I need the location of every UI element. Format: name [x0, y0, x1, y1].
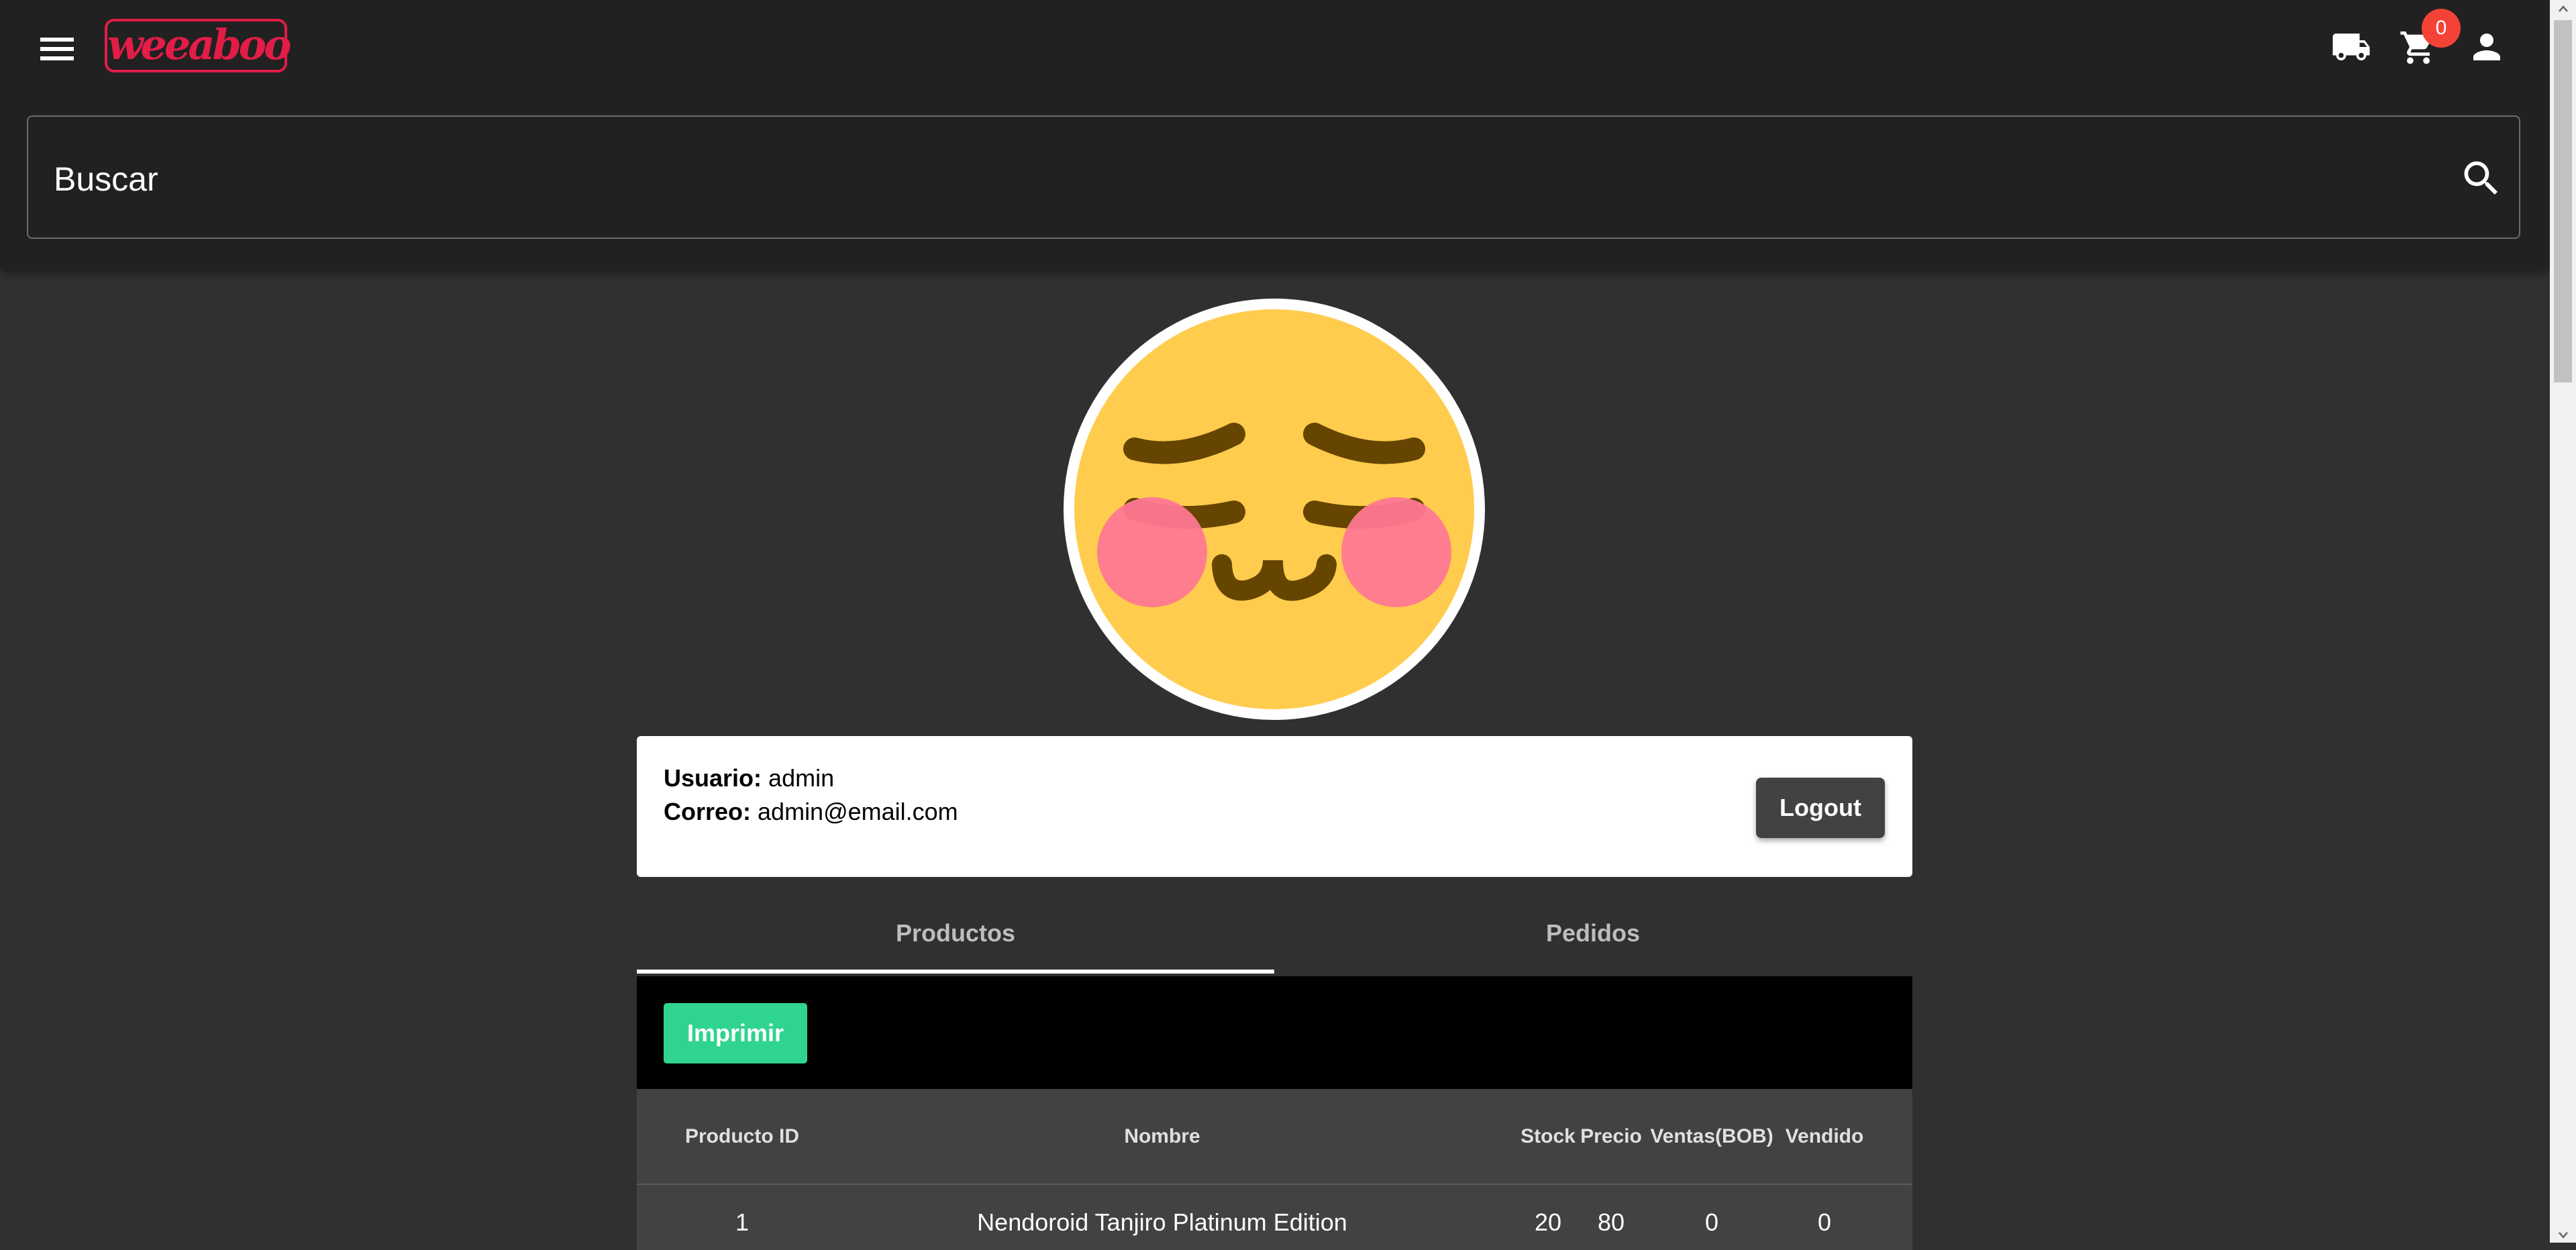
cell-stock: 20 — [1534, 1208, 1562, 1236]
products-table: Producto ID Nombre Stock Precio Ventas(B… — [637, 1089, 1912, 1250]
tab-productos[interactable]: Productos — [637, 892, 1274, 974]
cell-vendido: 0 — [1817, 1208, 1832, 1236]
column-header-ventas[interactable]: Ventas(BOB) — [1650, 1125, 1773, 1148]
top-app-bar: weeaboo 0 — [0, 0, 2550, 268]
cell-producto-id: 1 — [735, 1208, 750, 1236]
cell-ventas: 0 — [1704, 1208, 1719, 1236]
tab-pedidos[interactable]: Pedidos — [1274, 892, 1912, 974]
cart-count-badge: 0 — [2422, 9, 2461, 48]
search-input[interactable] — [52, 144, 2404, 215]
active-tab-indicator — [637, 970, 1274, 974]
scroll-down-icon[interactable] — [2558, 1231, 2569, 1240]
emoji-face-icon — [1074, 309, 1474, 709]
page-scrollbar[interactable] — [2550, 0, 2576, 1243]
column-header-nombre[interactable]: Nombre — [1124, 1125, 1200, 1148]
user-info-card: Usuario: admin Correo: admin@email.com L… — [637, 736, 1912, 877]
column-header-vendido[interactable]: Vendido — [1786, 1125, 1864, 1148]
menu-icon[interactable] — [40, 34, 79, 60]
products-toolbar: Imprimir — [637, 976, 1912, 1089]
scrollbar-thumb[interactable] — [2554, 20, 2572, 382]
cell-precio: 80 — [1597, 1208, 1625, 1236]
username-label: Usuario: — [664, 764, 762, 792]
row-divider — [637, 1184, 1912, 1185]
username-row: Usuario: admin — [664, 764, 834, 792]
cell-nombre: Nendoroid Tanjiro Platinum Edition — [977, 1208, 1347, 1236]
email-row: Correo: admin@email.com — [664, 798, 958, 826]
search-bar — [27, 115, 2520, 239]
column-header-producto-id[interactable]: Producto ID — [685, 1125, 799, 1148]
tab-bar: Productos Pedidos — [637, 892, 1912, 974]
column-header-precio[interactable]: Precio — [1580, 1125, 1642, 1148]
logo[interactable]: weeaboo — [105, 19, 292, 72]
truck-icon[interactable] — [2331, 27, 2371, 67]
username-value: admin — [768, 764, 835, 792]
email-value: admin@email.com — [758, 798, 958, 825]
print-button[interactable]: Imprimir — [664, 1003, 807, 1063]
person-icon[interactable] — [2467, 27, 2507, 67]
avatar — [1064, 299, 1485, 720]
scroll-up-icon[interactable] — [2558, 4, 2569, 13]
logout-button[interactable]: Logout — [1756, 778, 1885, 838]
email-label: Correo: — [664, 798, 752, 825]
search-icon[interactable] — [2459, 156, 2504, 201]
column-header-stock[interactable]: Stock — [1521, 1125, 1576, 1148]
